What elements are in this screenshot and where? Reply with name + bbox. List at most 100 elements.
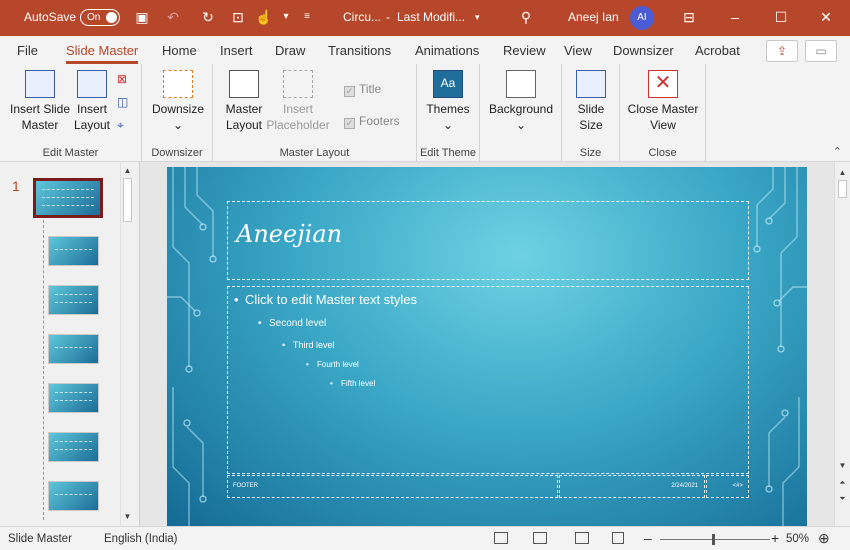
scroll-thumb[interactable] [838,180,847,198]
layout-thumbnail[interactable] [48,432,99,462]
zoom-slider-thumb[interactable] [712,534,715,545]
close-master-icon: ✕ [648,70,678,98]
customize-toolbar-icon[interactable]: ≡ [298,8,316,26]
quick-access-dropdown-icon[interactable]: ▾ [277,8,295,26]
minimize-icon[interactable]: – [726,8,744,26]
share-icon[interactable]: ⇪ [766,40,798,62]
tab-animations[interactable]: Animations [415,43,479,58]
close-master-view-button[interactable]: ✕ Close Master View [626,70,700,133]
footer-placeholder[interactable]: FOOTER [227,475,558,498]
slide-size-icon [576,70,606,98]
body-placeholder[interactable]: Click to edit Master text styles Second … [227,286,749,474]
footers-checkbox[interactable]: ✓ Footers [344,114,400,129]
redo-icon[interactable]: ↻ [199,8,217,26]
rename-icon[interactable]: ◫ [117,95,128,109]
layout-thumbnail[interactable] [48,236,99,266]
tab-home[interactable]: Home [162,43,197,58]
user-name[interactable]: Aneej Ian [568,10,619,24]
group-close: ✕ Close Master View Close [620,64,706,162]
layout-thumbnail[interactable] [48,481,99,511]
comments-icon[interactable]: ▭ [805,40,837,62]
date-placeholder[interactable]: 2/24/2021 [559,475,705,498]
background-icon [506,70,536,98]
fit-to-window-icon[interactable]: ⊕ [818,530,830,547]
file-name[interactable]: Circu... [343,10,381,24]
search-icon[interactable]: ⚲ [517,8,535,26]
preserve-icon[interactable]: ⌖ [117,118,124,133]
group-edit-theme: Aa Themes ⌄ Edit Theme [417,64,480,162]
text-level-1: Click to edit Master text styles [234,292,417,307]
status-bar: Slide Master English (India) – + 50% ⊕ [0,526,850,550]
scroll-up-icon[interactable]: ▲ [836,166,849,179]
undo-icon[interactable]: ↶ [164,8,182,26]
title-bar: AutoSave On ▣ ↶ ↻ ⊡ ☝ ▾ ≡ Circu... - Las… [0,0,850,36]
delete-icon[interactable]: ⊠ [117,72,127,86]
layout-thumbnail[interactable] [48,285,99,315]
master-layout-button[interactable]: Master Layout [221,70,267,133]
present-icon[interactable]: ⊡ [229,8,247,26]
tab-insert[interactable]: Insert [220,43,253,58]
slide-sorter-icon[interactable] [533,532,547,544]
title-placeholder[interactable]: Aneejian [227,201,749,280]
text-level-3: Third level [282,340,334,350]
slideshow-icon[interactable] [612,532,624,544]
tab-review[interactable]: Review [503,43,546,58]
insert-placeholder-button[interactable]: Insert Placeholder [265,70,331,133]
autosave-toggle[interactable]: On [80,9,120,26]
editor-scrollbar[interactable]: ▲ ▼ ⏶ ⏷ [834,162,850,526]
master-thumbnail[interactable] [33,178,103,218]
autosave-label: AutoSave [24,10,77,24]
themes-icon: Aa [433,70,463,98]
themes-button[interactable]: Aa Themes ⌄ [423,70,473,133]
layout-thumbnail[interactable] [48,334,99,364]
layout-thumbnail[interactable] [48,383,99,413]
scroll-down-icon[interactable]: ▼ [836,459,849,472]
layout-icon [77,70,107,98]
collapse-ribbon-icon[interactable]: ⌃ [833,145,842,158]
group-master-layout: Master Layout Insert Placeholder ✓ Title … [213,64,417,162]
scroll-up-icon[interactable]: ▲ [121,164,134,177]
date-text: 2/24/2021 [671,483,698,489]
tab-file[interactable]: File [17,43,38,58]
save-icon[interactable]: ▣ [133,8,151,26]
slide-number-placeholder[interactable]: <#> [706,475,749,498]
group-downsizer: Downsize ⌄ Downsizer [142,64,213,162]
slide-edit-area: Aneejian Click to edit Master text style… [140,162,834,527]
maximize-icon[interactable]: ☐ [772,8,790,26]
insert-layout-button[interactable]: Insert Layout [72,70,112,133]
close-icon[interactable]: ✕ [817,8,835,26]
thumbnail-scrollbar[interactable]: ▲ ▼ [120,162,134,526]
zoom-level[interactable]: 50% [786,533,809,545]
scroll-thumb[interactable] [123,178,132,222]
avatar[interactable]: AI [630,6,654,30]
tab-transitions[interactable]: Transitions [328,43,391,58]
language[interactable]: English (India) [104,533,178,545]
insert-slide-master-button[interactable]: Insert Slide Master [6,70,74,133]
background-button[interactable]: Background ⌄ [486,70,556,133]
zoom-out-icon[interactable]: – [644,530,652,546]
tab-draw[interactable]: Draw [275,43,305,58]
next-slide-icon[interactable]: ⏷ [836,492,849,505]
downsize-button[interactable]: Downsize ⌄ [150,70,206,133]
tab-view[interactable]: View [564,43,592,58]
touch-mode-icon[interactable]: ☝ [255,8,273,26]
previous-slide-icon[interactable]: ⏶ [836,476,849,489]
title-dropdown-icon[interactable]: ▾ [475,12,480,23]
tab-acrobat[interactable]: Acrobat [695,43,740,58]
group-background: Background ⌄ [480,64,562,162]
tab-downsizer[interactable]: Downsizer [613,43,674,58]
normal-view-icon[interactable] [494,532,508,544]
scroll-down-icon[interactable]: ▼ [121,510,134,523]
last-modified[interactable]: Last Modifi... [397,10,465,24]
ribbon-display-icon[interactable]: ⊟ [680,8,698,26]
title-checkbox[interactable]: ✓ Title [344,82,381,97]
text-level-2: Second level [258,318,326,329]
reading-view-icon[interactable] [575,532,589,544]
slide-master-icon [25,70,55,98]
zoom-in-icon[interactable]: + [771,530,779,546]
master-slide[interactable]: Aneejian Click to edit Master text style… [167,167,807,527]
tab-slide-master[interactable]: Slide Master [66,43,139,64]
slide-size-button[interactable]: Slide Size [568,70,614,133]
group-edit-master: Insert Slide Master Insert Layout ⊠ ◫ ⌖ … [0,64,142,162]
zoom-slider[interactable] [660,539,770,540]
